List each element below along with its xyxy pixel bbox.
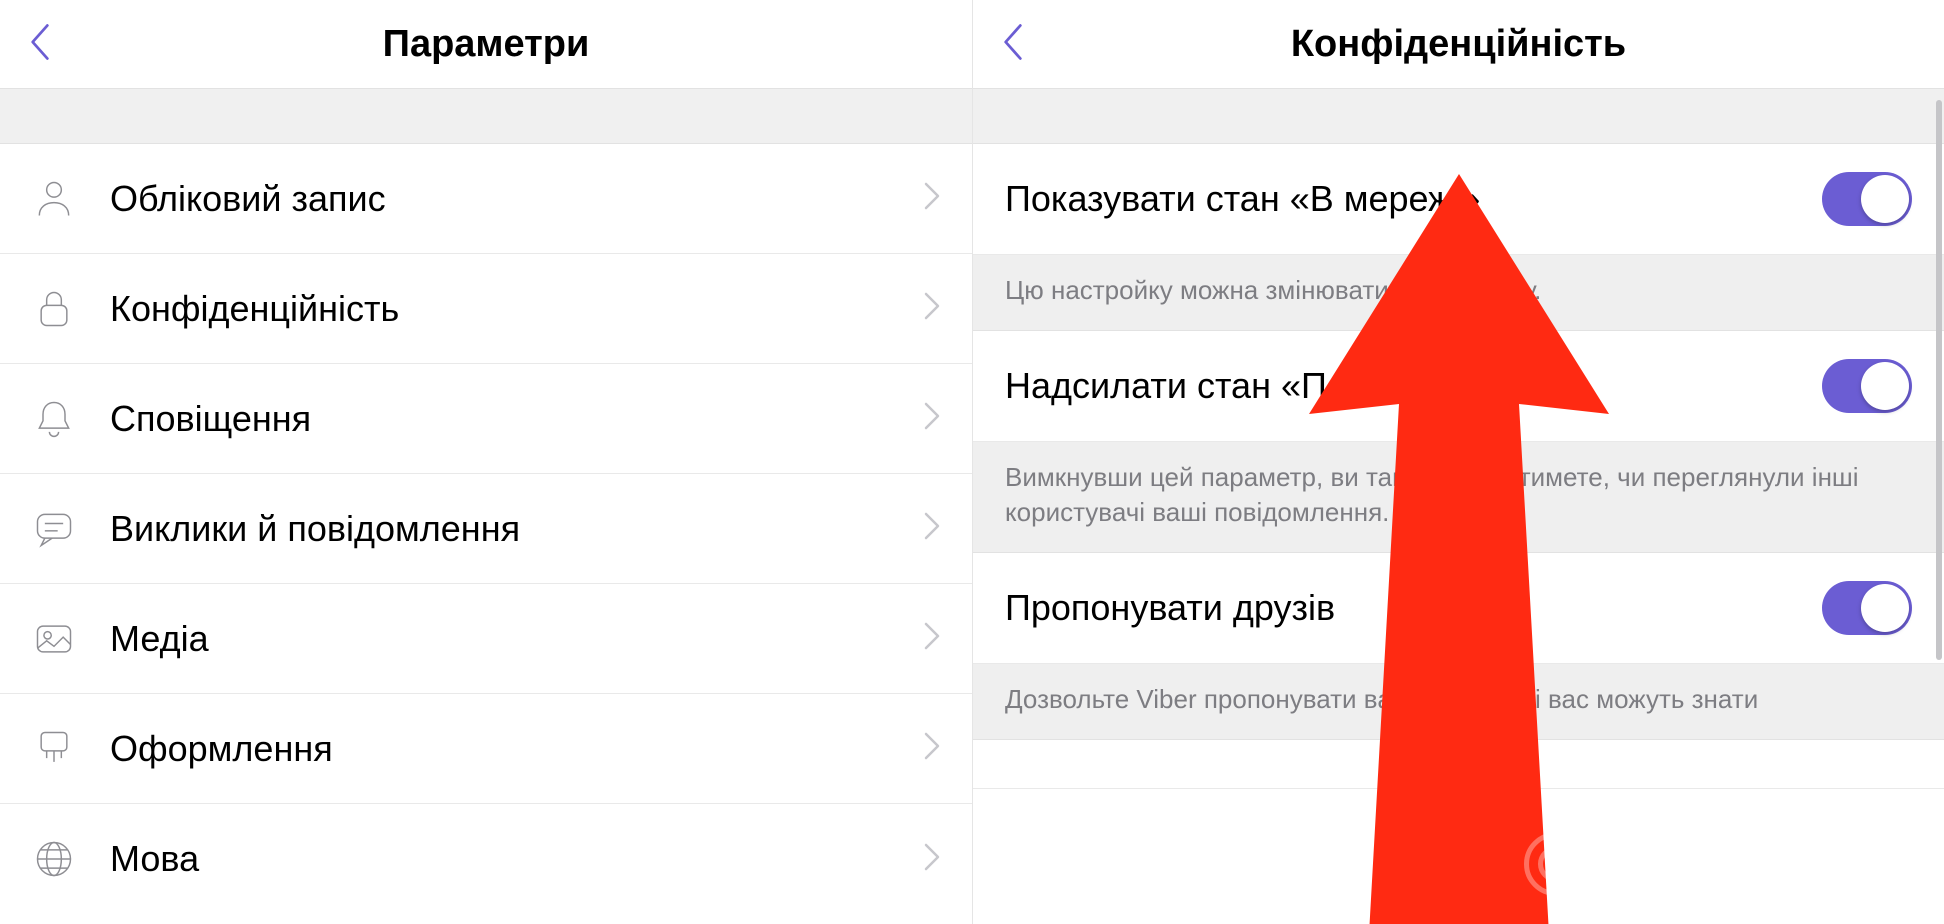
- settings-pane: Параметри Обліковий запис Конфіденційніс…: [0, 0, 972, 924]
- chevron-right-icon: [924, 292, 944, 325]
- toggle-show-online[interactable]: [1822, 172, 1912, 226]
- nav-bar: Параметри: [0, 0, 972, 88]
- setting-show-online: Показувати стан «В мережі»: [973, 144, 1944, 255]
- section-gap: [973, 88, 1944, 144]
- bell-icon: [28, 393, 80, 445]
- switch-knob: [1861, 362, 1909, 410]
- menu-item-media[interactable]: Медіа: [0, 584, 972, 694]
- chevron-right-icon: [924, 512, 944, 545]
- page-title: Конфіденційність: [973, 23, 1944, 66]
- nav-bar: Конфіденційність: [973, 0, 1944, 88]
- brush-icon: [28, 723, 80, 775]
- setting-label: [1005, 740, 1912, 781]
- section-gap: [0, 88, 972, 144]
- message-icon: [28, 503, 80, 555]
- setting-send-seen: Надсилати стан «Переглянуто»: [973, 331, 1944, 442]
- media-icon: [28, 613, 80, 665]
- chevron-right-icon: [924, 402, 944, 435]
- menu-item-privacy[interactable]: Конфіденційність: [0, 254, 972, 364]
- chevron-right-icon: [924, 732, 944, 765]
- toggle-send-seen[interactable]: [1822, 359, 1912, 413]
- menu-item-notifications[interactable]: Сповіщення: [0, 364, 972, 474]
- menu-item-calls-messages[interactable]: Виклики й повідомлення: [0, 474, 972, 584]
- scrollbar-vertical[interactable]: [1936, 100, 1942, 660]
- menu-item-label: Медіа: [110, 618, 924, 660]
- setting-label: Надсилати стан «Переглянуто»: [1005, 365, 1822, 407]
- watermark-text: OBOZREVATEL: [1602, 842, 1920, 887]
- menu-item-label: Сповіщення: [110, 398, 924, 440]
- watermark: OBOZREVATEL: [1524, 832, 1920, 896]
- menu-item-label: Обліковий запис: [110, 178, 924, 220]
- chevron-left-icon: [1002, 23, 1024, 66]
- menu-item-account[interactable]: Обліковий запис: [0, 144, 972, 254]
- setting-partial-row: [973, 740, 1944, 789]
- toggle-suggest-friends[interactable]: [1822, 581, 1912, 635]
- settings-menu: Обліковий запис Конфіденційність Сповіще…: [0, 144, 972, 914]
- chevron-right-icon: [924, 182, 944, 215]
- chevron-right-icon: [924, 622, 944, 655]
- menu-item-language[interactable]: Мова: [0, 804, 972, 914]
- menu-item-label: Мова: [110, 838, 924, 880]
- menu-item-label: Конфіденційність: [110, 288, 924, 330]
- switch-knob: [1861, 175, 1909, 223]
- person-icon: [28, 173, 80, 225]
- switch-knob: [1861, 584, 1909, 632]
- menu-item-label: Виклики й повідомлення: [110, 508, 924, 550]
- back-button[interactable]: [989, 20, 1037, 68]
- globe-icon: [28, 833, 80, 885]
- setting-help: Дозвольте Viber пропонувати вам людей, я…: [973, 664, 1944, 740]
- setting-label: Показувати стан «В мережі»: [1005, 178, 1822, 220]
- chevron-left-icon: [29, 23, 51, 66]
- setting-label: Пропонувати друзів: [1005, 587, 1822, 629]
- watermark-logo-icon: [1524, 832, 1588, 896]
- privacy-pane: Конфіденційність Показувати стан «В мере…: [972, 0, 1944, 924]
- setting-help: Цю настройку можна змінювати раз на добу…: [973, 255, 1944, 331]
- page-title: Параметри: [0, 23, 972, 66]
- setting-suggest-friends: Пропонувати друзів: [973, 553, 1944, 664]
- menu-item-label: Оформлення: [110, 728, 924, 770]
- menu-item-appearance[interactable]: Оформлення: [0, 694, 972, 804]
- back-button[interactable]: [16, 20, 64, 68]
- lock-icon: [28, 283, 80, 335]
- setting-help: Вимкнувши цей параметр, ви також не знат…: [973, 442, 1944, 553]
- chevron-right-icon: [924, 843, 944, 876]
